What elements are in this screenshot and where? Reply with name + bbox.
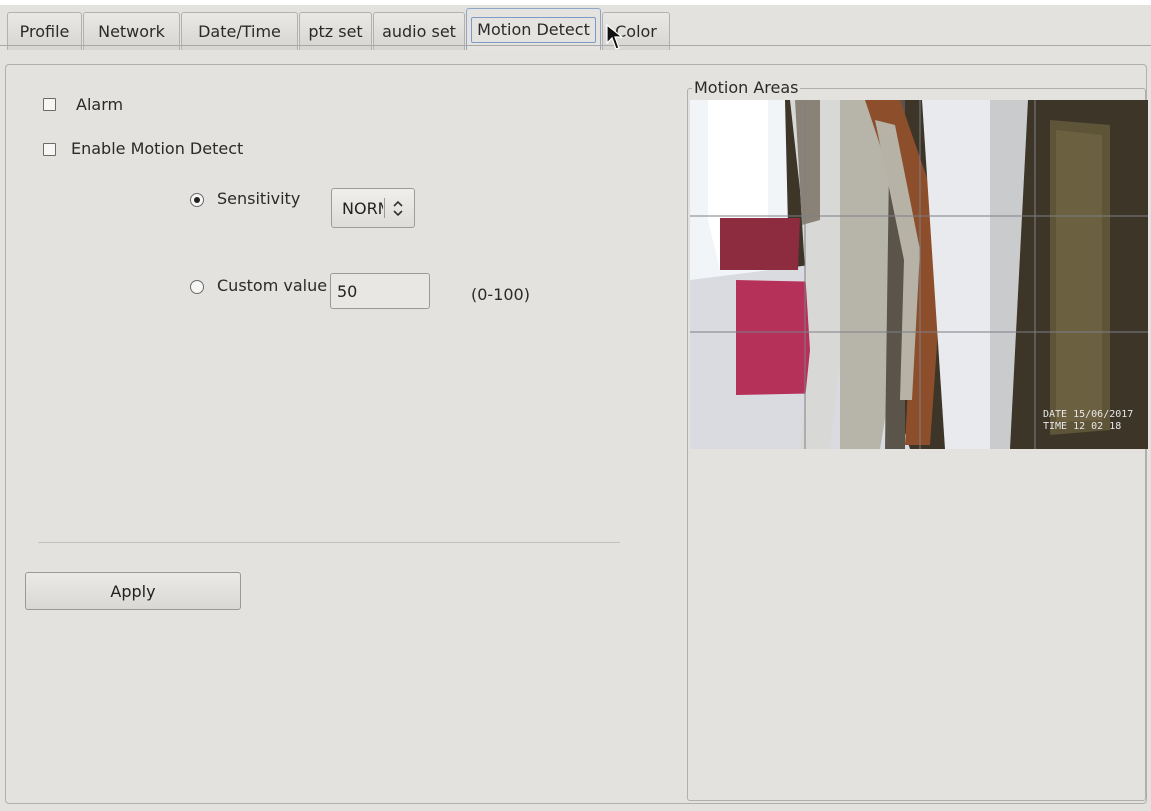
chevron-up-down-icon: [393, 200, 403, 217]
custom-value-input[interactable]: 50: [330, 273, 430, 309]
mouse-pointer-icon: [606, 23, 624, 50]
tab-date-time-label: Date/Time: [198, 22, 281, 41]
osd-time: TIME 12 02 18: [1043, 421, 1122, 432]
sensitivity-label: Sensitivity: [217, 189, 301, 208]
tab-motion-detect-label: Motion Detect: [471, 16, 596, 43]
radio-selected-dot: [194, 197, 200, 203]
tab-motion-detect[interactable]: Motion Detect: [466, 8, 601, 50]
combo-separator: [384, 198, 385, 218]
tab-bar-divider: [0, 45, 1151, 46]
sensitivity-value: NORMAL: [342, 199, 383, 218]
sensitivity-radio[interactable]: [190, 193, 204, 207]
enable-motion-detect-checkbox[interactable]: [43, 143, 56, 156]
enable-motion-detect-label: Enable Motion Detect: [71, 139, 244, 158]
separator-line: [38, 542, 620, 543]
apply-button[interactable]: Apply: [25, 572, 241, 610]
motion-areas-video[interactable]: DATE 15/06/2017 TIME 12 02 18: [690, 100, 1148, 449]
alarm-checkbox[interactable]: [43, 98, 56, 111]
custom-value-radio[interactable]: [190, 280, 204, 294]
tab-ptz-set-label: ptz set: [308, 22, 363, 41]
sensitivity-select[interactable]: NORMAL: [331, 188, 415, 228]
tab-profile-label: Profile: [19, 22, 70, 41]
motion-areas-title: Motion Areas: [692, 78, 801, 97]
osd-date: DATE 15/06/2017: [1043, 409, 1134, 420]
custom-value-label: Custom value: [217, 276, 328, 295]
tab-network-label: Network: [98, 22, 165, 41]
tab-audio-set-label: audio set: [382, 22, 456, 41]
custom-value-range: (0-100): [471, 285, 530, 304]
tab-bar: Profile Network Date/Time ptz set audio …: [0, 5, 1151, 50]
alarm-label: Alarm: [76, 95, 124, 114]
camera-preview-image: [690, 100, 1148, 449]
